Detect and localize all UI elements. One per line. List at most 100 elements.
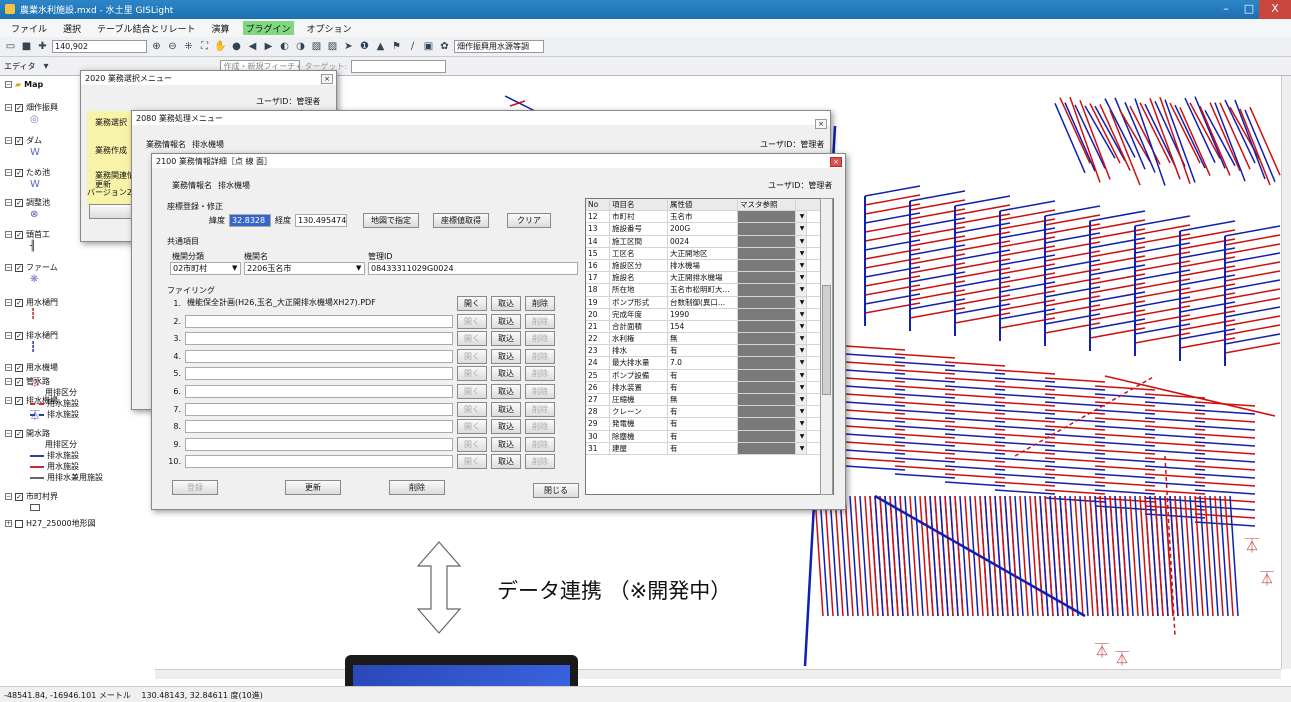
import-file-button[interactable]: 取込	[491, 384, 521, 399]
business-create-label[interactable]: 業務作成	[95, 145, 127, 156]
layer-checkbox[interactable]: ✓	[15, 263, 23, 272]
close-button[interactable]: X	[1259, 0, 1291, 19]
menu-item[interactable]: 演算	[209, 21, 233, 35]
expand-icon[interactable]: −	[5, 299, 12, 306]
import-file-button[interactable]: 取込	[491, 401, 521, 417]
dropdown-icon[interactable]: ▼	[796, 211, 807, 223]
menu-item[interactable]: 選択	[60, 21, 84, 35]
grid-cell-value[interactable]: 有	[668, 381, 738, 393]
open-icon[interactable]: ▭	[4, 40, 17, 53]
forward-icon[interactable]: ▶	[262, 40, 275, 53]
dialog-2080-close-button[interactable]: ×	[815, 119, 827, 129]
org-type-dropdown-icon[interactable]: ▼	[232, 264, 237, 272]
grid-cell-value[interactable]: 有	[668, 442, 738, 454]
clear-button[interactable]: クリア	[507, 213, 551, 228]
expand-icon[interactable]: −	[5, 364, 12, 371]
import-file-button[interactable]: 取込	[491, 313, 521, 329]
grid-cell-value[interactable]: 1990	[668, 308, 738, 320]
delete-file-button[interactable]: 削除	[525, 436, 555, 452]
layer-checkbox[interactable]: ✓	[15, 103, 23, 112]
register-button[interactable]: 登録	[172, 480, 218, 495]
dropdown-icon[interactable]: ▼	[796, 284, 807, 296]
file-name-input[interactable]	[185, 332, 453, 346]
target-combo[interactable]	[351, 59, 447, 73]
lon-input[interactable]: 130.495474	[295, 214, 347, 227]
table-row[interactable]: 20 完成年度 1990 ▼	[586, 308, 833, 321]
open-file-button[interactable]: 開く	[457, 454, 487, 470]
delete-file-button[interactable]: 削除	[525, 313, 555, 329]
expand-icon[interactable]: −	[5, 493, 12, 500]
dropdown-icon[interactable]: ▼	[796, 308, 807, 320]
find-icon[interactable]: ▲	[374, 40, 387, 53]
toc-layer[interactable]: − ✓ 市町村界	[5, 491, 58, 502]
dropdown-icon[interactable]: ▼	[796, 247, 807, 259]
grid-cell-value[interactable]: 大正開排水機場	[668, 272, 738, 284]
dropdown-icon[interactable]: ▼	[796, 259, 807, 272]
table-row[interactable]: 30 除塵機有 ▼	[586, 430, 833, 443]
table-row[interactable]: 25 ポンプ設備有 ▼	[586, 369, 833, 382]
open-file-button[interactable]: 開く	[457, 331, 487, 347]
grid-cell-value[interactable]: 無	[668, 394, 738, 406]
file-name-input[interactable]	[185, 437, 453, 451]
layer-checkbox[interactable]: ✓	[15, 363, 23, 372]
grid-cell-value[interactable]: 排水機場	[668, 259, 738, 272]
table-row[interactable]: 19 ポンプ形式 台数制御(異口... ▼	[586, 296, 833, 309]
expand-icon[interactable]: −	[5, 397, 12, 404]
dropdown-icon[interactable]: ▼	[796, 369, 807, 381]
toc-layer[interactable]: − ✓ 畑作振興	[5, 102, 58, 113]
table-row[interactable]: 21 合計面積 154 ▼	[586, 320, 833, 334]
layer-checkbox[interactable]: ✓	[15, 198, 23, 207]
file-name-input[interactable]	[185, 385, 453, 398]
table-row[interactable]: 22 水利権無 ▼	[586, 333, 833, 346]
open-file-button[interactable]: 開く	[457, 348, 487, 364]
delete-file-button[interactable]: 削除	[525, 348, 555, 364]
table-row[interactable]: 31 建屋有 ▼	[586, 442, 833, 455]
grid-cell-value[interactable]: 有	[668, 418, 738, 430]
layer-combo[interactable]: 畑作振興用水源等調	[454, 40, 544, 53]
zoom-in-icon[interactable]: ⊕	[150, 40, 163, 53]
toc-layer[interactable]: − ✓ ファーム	[5, 262, 58, 273]
grid-cell-value[interactable]: 0024	[668, 235, 738, 247]
grid-cell-value[interactable]: 玉名市松明町大...	[668, 284, 738, 296]
open-file-button[interactable]: 開く	[457, 366, 487, 382]
save-icon[interactable]: ■	[20, 40, 33, 53]
expand-icon[interactable]: −	[5, 378, 12, 385]
menu-item[interactable]: プラグイン	[242, 21, 294, 35]
refresh-icon[interactable]: ◐	[278, 40, 291, 53]
table-row[interactable]: 27 圧縮機無 ▼	[586, 394, 833, 407]
table-row[interactable]: 16 施設区分 排水機場 ▼	[586, 259, 833, 273]
org-type-select[interactable]: 02市町村	[170, 262, 241, 275]
dropdown-icon[interactable]: ▼	[796, 320, 807, 333]
dropdown-icon[interactable]: ▼	[796, 333, 807, 345]
layer-checkbox[interactable]: ✓	[15, 492, 23, 501]
delete-file-button[interactable]: 削除	[525, 331, 555, 347]
toc-layer[interactable]: − ✓ 頭首工	[5, 229, 50, 240]
attribute-grid[interactable]: No 項目名 属性値 マスタ参照 12 市町村 玉名市 ▼ 13 施設番号 200G ▼ 14 施…	[585, 198, 834, 495]
toc-group[interactable]: − ✓ 管水路	[5, 376, 50, 387]
layout-icon[interactable]: ▣	[422, 40, 435, 53]
layer-checkbox[interactable]: ✓	[15, 230, 23, 239]
map-specify-button[interactable]: 地図で指定	[363, 213, 419, 228]
close-dialog-button[interactable]: 閉じる	[533, 483, 579, 498]
update-button[interactable]: 更新	[285, 480, 341, 495]
toc-group[interactable]: − ✓ 開水路	[5, 428, 50, 439]
grid-cell-value[interactable]: 有	[668, 369, 738, 381]
add-data-icon[interactable]: ✚	[36, 40, 49, 53]
minimize-button[interactable]: –	[1213, 0, 1239, 19]
full-extent-icon[interactable]: ⛶	[198, 40, 211, 53]
layer-checkbox[interactable]	[15, 519, 23, 528]
file-name-input[interactable]	[185, 420, 453, 434]
open-file-button[interactable]: 開く	[457, 313, 487, 329]
import-file-button[interactable]: 取込	[491, 436, 521, 452]
toc-layer[interactable]: − ✓ ダム	[5, 135, 42, 146]
dropdown-icon[interactable]: ▼	[796, 442, 807, 454]
toc-layer[interactable]: + H27_25000地形図	[5, 518, 96, 529]
dropdown-icon[interactable]: ▼	[796, 394, 807, 406]
import-file-button[interactable]: 取込	[491, 331, 521, 347]
expand-icon[interactable]: −	[5, 137, 12, 144]
select-features-icon[interactable]: ▧	[310, 40, 323, 53]
table-row[interactable]: 24 最大排水量 7.0 ▼	[586, 357, 833, 370]
grid-cell-value[interactable]: 台数制御(異口...	[668, 296, 738, 308]
dropdown-icon[interactable]: ▼	[796, 345, 807, 357]
editor-dropdown-icon[interactable]: ▾	[39, 60, 52, 73]
